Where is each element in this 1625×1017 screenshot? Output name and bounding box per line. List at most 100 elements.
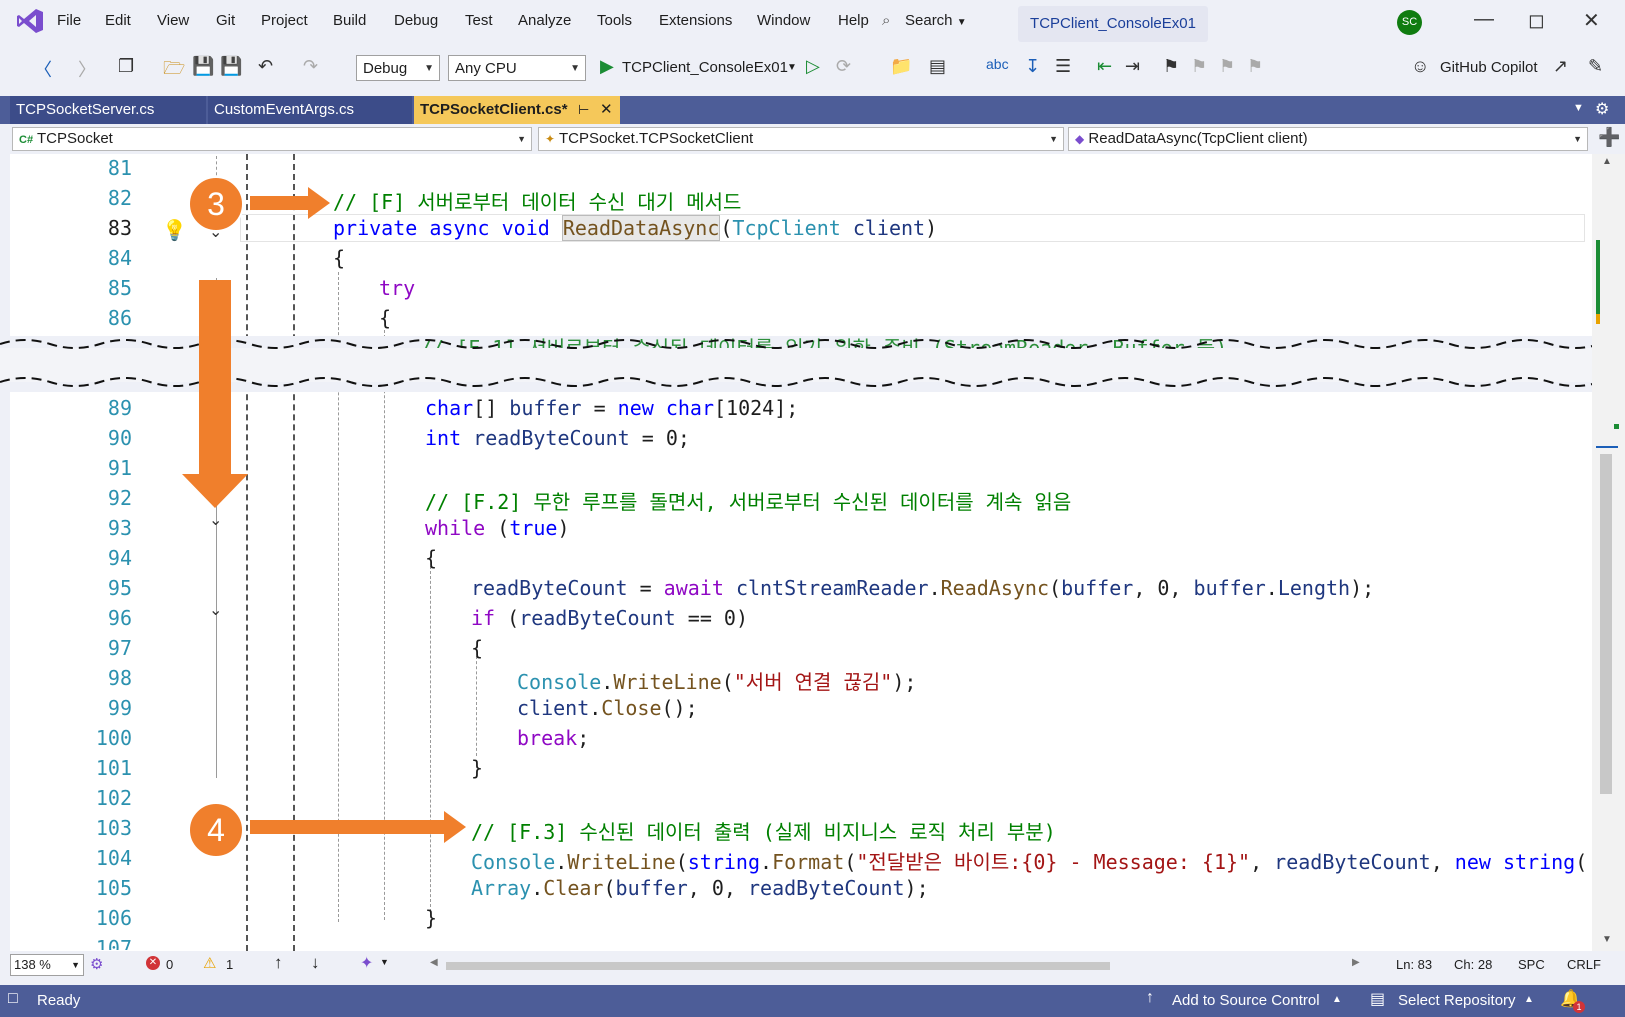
code-line-89: char[] buffer = new char[1024];	[425, 396, 799, 420]
class-select[interactable]: ✦ TCPSocket.TCPSocketClient ▼	[538, 127, 1064, 151]
vertical-scrollbar[interactable]: ▲ ▼	[1592, 154, 1625, 951]
start-without-debug-icon[interactable]: ▷	[806, 56, 820, 77]
save-icon[interactable]: 💾	[192, 56, 214, 77]
menu-edit[interactable]: Edit	[105, 12, 131, 29]
tab-overflow-icon[interactable]: ▼	[1573, 102, 1584, 114]
zoom-select[interactable]: 138 % ▼	[10, 954, 84, 976]
project-select[interactable]: C# TCPSocket ▼	[12, 127, 532, 151]
start-target[interactable]: TCPClient_ConsoleEx01	[622, 59, 788, 76]
scroll-thumb[interactable]	[1600, 454, 1612, 794]
line-number: 84	[107, 246, 132, 270]
copilot-icon[interactable]: ☺	[1411, 56, 1429, 77]
platform-select[interactable]: Any CPU ▼	[448, 55, 586, 81]
menu-git[interactable]: Git	[216, 12, 235, 29]
layout-icon[interactable]: ▤	[929, 56, 946, 77]
line-number: 97	[107, 636, 132, 660]
search-button[interactable]: Search ▼	[905, 12, 967, 29]
tab-customeventargs[interactable]: CustomEventArgs.cs	[208, 96, 412, 124]
collapse-chevron-icon[interactable]: ⌄	[209, 510, 222, 530]
forward-icon[interactable]: 〉	[78, 56, 96, 82]
scroll-right-icon[interactable]: ▶	[1352, 957, 1360, 968]
close-tab-icon[interactable]: ✕	[600, 96, 613, 124]
horizontal-scroll-thumb[interactable]	[446, 962, 1110, 970]
tab-tcpsocketserver[interactable]: TCPSocketServer.cs	[10, 96, 206, 124]
caret-up-icon[interactable]: ▲	[1332, 994, 1342, 1005]
menu-analyze[interactable]: Analyze	[518, 12, 571, 29]
start-target-dropdown-icon[interactable]: ▼	[787, 62, 797, 73]
prev-bookmark-icon[interactable]: ⚑	[1191, 56, 1207, 77]
comment-icon[interactable]: ⇥	[1125, 56, 1140, 77]
method-icon: ◆	[1075, 132, 1085, 146]
line-number: 81	[107, 156, 132, 180]
code-cleanup-icon[interactable]: ✦	[360, 953, 373, 973]
gear-icon[interactable]: ⚙	[1595, 99, 1609, 119]
outdent-icon[interactable]: ⇤	[1097, 56, 1112, 77]
copilot-button[interactable]: GitHub Copilot	[1440, 59, 1538, 76]
line-number: 89	[107, 396, 132, 420]
error-count[interactable]: 0	[166, 957, 173, 972]
prev-issue-icon[interactable]: ↑	[274, 953, 283, 973]
member-select[interactable]: ◆ ReadDataAsync(TcpClient client) ▼	[1068, 127, 1588, 151]
next-issue-icon[interactable]: ↓	[311, 953, 320, 973]
menu-tools[interactable]: Tools	[597, 12, 632, 29]
solution-explorer-icon[interactable]: 📁	[890, 56, 912, 77]
tab-tcpsocketclient[interactable]: TCPSocketClient.cs* ⊢ ✕	[414, 96, 620, 124]
warning-count[interactable]: 1	[226, 957, 233, 972]
bookmark-icon[interactable]: ⚑	[1163, 56, 1179, 77]
torn-edge-icon	[0, 339, 1625, 387]
step-into-icon[interactable]: ↧	[1025, 56, 1040, 77]
whitespace-indicator[interactable]: SPC	[1518, 957, 1545, 972]
feedback-icon[interactable]: ✎	[1588, 56, 1603, 77]
intellicode-icon[interactable]: ⚙	[90, 955, 103, 973]
undo-icon[interactable]: ↶	[258, 56, 273, 77]
clear-bookmarks-icon[interactable]: ⚑	[1247, 56, 1263, 77]
hot-reload-icon[interactable]: ⟳	[836, 56, 851, 77]
scroll-down-icon[interactable]: ▼	[1602, 934, 1612, 945]
scroll-left-icon[interactable]: ◀	[430, 957, 438, 968]
code-line-90: int readByteCount = 0;	[425, 426, 690, 450]
minimize-icon[interactable]: —	[1474, 8, 1494, 31]
column-indicator[interactable]: Ch: 28	[1454, 957, 1492, 972]
maximize-icon[interactable]: ◻	[1528, 8, 1545, 33]
open-folder-icon[interactable]: 🗁	[163, 56, 185, 86]
menu-help[interactable]: Help	[838, 12, 869, 29]
menu-build[interactable]: Build	[333, 12, 366, 29]
status-bar: □ Ready ↑ Add to Source Control ▲ ▤ Sele…	[0, 985, 1625, 1017]
select-repository-button[interactable]: Select Repository	[1398, 992, 1516, 1009]
pin-icon[interactable]: ⊢	[578, 96, 589, 124]
spellcheck-icon[interactable]: abc	[986, 56, 1009, 72]
menu-view[interactable]: View	[157, 12, 189, 29]
line-number: 92	[107, 486, 132, 510]
menu-project[interactable]: Project	[261, 12, 308, 29]
close-icon[interactable]: ✕	[1583, 8, 1600, 33]
share-icon[interactable]: ↗	[1553, 56, 1568, 77]
visual-studio-logo-icon[interactable]	[16, 8, 44, 38]
new-project-icon[interactable]: ❐	[118, 56, 134, 77]
warning-icon[interactable]: ⚠	[203, 954, 216, 972]
add-source-control-button[interactable]: Add to Source Control	[1172, 992, 1320, 1009]
code-line-97: {	[471, 636, 484, 660]
back-icon[interactable]: 〈	[34, 56, 52, 82]
start-debug-icon[interactable]: ▶	[600, 56, 614, 77]
error-icon[interactable]: ✕	[146, 956, 160, 970]
avatar[interactable]: SC	[1397, 10, 1422, 35]
code-cleanup-dropdown-icon[interactable]: ▼	[380, 957, 389, 967]
task-list-icon[interactable]: ☰	[1055, 56, 1071, 77]
menu-test[interactable]: Test	[465, 12, 493, 29]
output-icon[interactable]: □	[8, 990, 18, 1008]
next-bookmark-icon[interactable]: ⚑	[1219, 56, 1235, 77]
menu-window[interactable]: Window	[757, 12, 810, 29]
caret-up-icon[interactable]: ▲	[1524, 994, 1534, 1005]
redo-icon[interactable]: ↷	[303, 56, 318, 77]
split-icon[interactable]: ➕	[1598, 127, 1620, 148]
menu-file[interactable]: File	[57, 12, 81, 29]
save-all-icon[interactable]: 💾	[220, 56, 242, 77]
lightbulb-icon[interactable]: 💡	[162, 218, 187, 243]
menu-debug[interactable]: Debug	[394, 12, 438, 29]
line-ending-indicator[interactable]: CRLF	[1567, 957, 1601, 972]
menu-extensions[interactable]: Extensions	[659, 12, 732, 29]
scroll-up-icon[interactable]: ▲	[1602, 156, 1612, 167]
line-indicator[interactable]: Ln: 83	[1396, 957, 1432, 972]
collapse-chevron-icon[interactable]: ⌄	[209, 600, 222, 620]
config-select[interactable]: Debug ▼	[356, 55, 440, 81]
